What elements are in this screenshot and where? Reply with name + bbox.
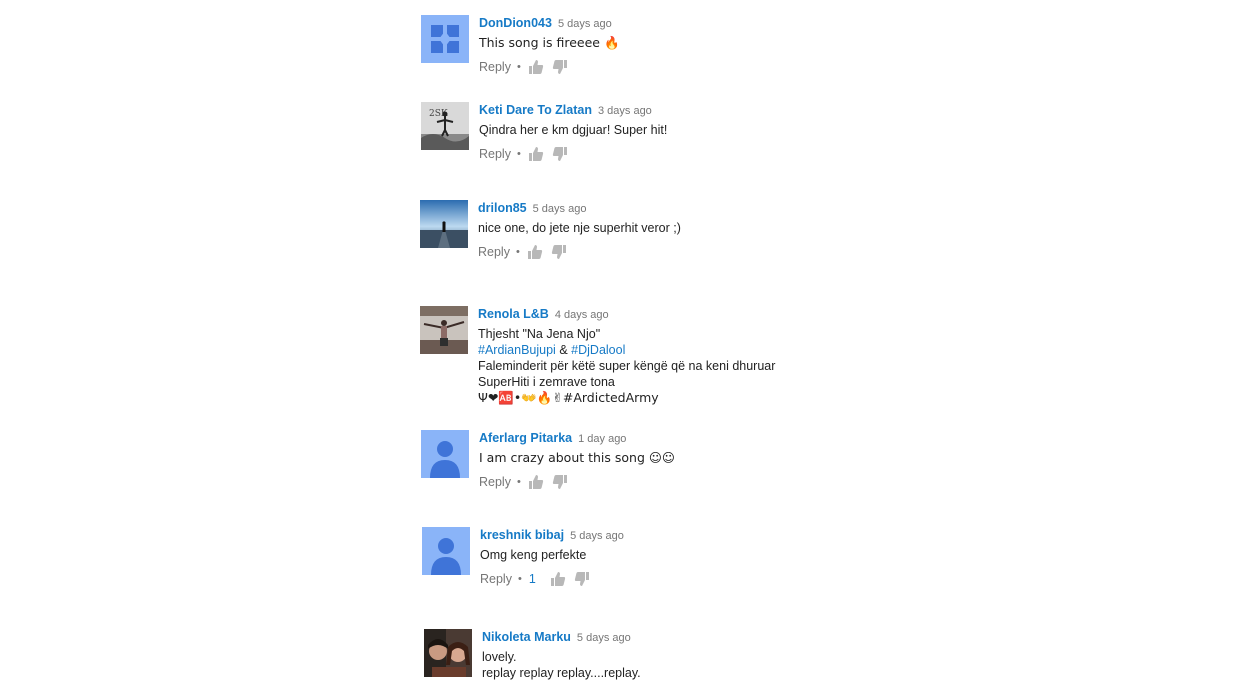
reply-button[interactable]: Reply: [479, 146, 511, 162]
comment-text-line: This song is fireeee 🔥: [479, 35, 620, 50]
comment-text-line: Ψ❤🆎•👐🔥✌#ArdictedArmy: [478, 390, 659, 405]
default-user-avatar-icon: [421, 430, 469, 478]
comment-author[interactable]: Keti Dare To Zlatan: [479, 103, 592, 117]
comment-item: kreshnik bibaj 5 days ago Omg keng perfek…: [422, 527, 922, 597]
comment-item: 2SK Keti Dare To Zlatan 3 days ago Qindra…: [421, 102, 921, 172]
comment-item: Renola L&B 4 days ago Thjesht "Na Jena Nj…: [420, 306, 920, 406]
comment-author[interactable]: kreshnik bibaj: [480, 528, 564, 542]
comment-timestamp[interactable]: 1 day ago: [578, 433, 626, 445]
comment-text: Qindra her e km dgjuar! Super hit!: [479, 122, 899, 138]
comment-item: Aferlarg Pitarka 1 day ago I am crazy abo…: [421, 430, 921, 500]
comment-timestamp[interactable]: 5 days ago: [533, 203, 587, 215]
comment-text-line: Faleminderit për këtë super këngë që na …: [478, 359, 776, 373]
reply-button[interactable]: Reply: [478, 244, 510, 260]
thumbs-up-icon[interactable]: [527, 244, 543, 260]
reply-button[interactable]: Reply: [480, 571, 512, 587]
comment-actions: Reply • 1: [480, 571, 900, 587]
separator-dot: •: [516, 61, 521, 73]
comment-item: drilon85 5 days ago nice one, do jete nje…: [420, 200, 920, 270]
comment-actions: Reply •: [479, 59, 899, 75]
comment-author[interactable]: Nikoleta Marku: [482, 630, 571, 644]
separator-dot: •: [517, 573, 522, 585]
comment-text: This song is fireeee 🔥: [479, 35, 899, 51]
blue-square-avatar-icon: [421, 15, 469, 63]
photo-avatar-icon: [424, 629, 472, 677]
comment-text-line: Qindra her e km dgjuar! Super hit!: [479, 123, 668, 137]
comment-text-line: I am crazy about this song ☺☺: [479, 450, 675, 465]
comment-author[interactable]: DonDion043: [479, 16, 552, 30]
thumbs-down-icon[interactable]: [552, 59, 568, 75]
comment-timestamp[interactable]: 5 days ago: [570, 530, 624, 542]
comment-author[interactable]: Renola L&B: [478, 307, 549, 321]
comment-text: nice one, do jete nje superhit veror ;): [478, 220, 898, 236]
ampersand: &: [559, 343, 568, 357]
comment-timestamp[interactable]: 5 days ago: [577, 632, 631, 644]
reply-button[interactable]: Reply: [479, 474, 511, 490]
thumbs-down-icon[interactable]: [552, 474, 568, 490]
hashtag-link[interactable]: #DjDalool: [571, 343, 625, 357]
like-count: 1: [528, 572, 536, 586]
reply-button[interactable]: Reply: [479, 59, 511, 75]
comment-timestamp[interactable]: 5 days ago: [558, 18, 612, 30]
comment-actions: Reply •: [479, 474, 899, 490]
comment-author[interactable]: Aferlarg Pitarka: [479, 431, 572, 445]
comment-text: Thjesht "Na Jena Njo" #ArdianBujupi & #D…: [478, 326, 898, 406]
comment-item: DonDion043 5 days ago This song is fireee…: [421, 15, 921, 85]
thumbs-up-icon[interactable]: [550, 571, 566, 587]
avatar[interactable]: [422, 527, 470, 575]
thumbs-up-icon[interactable]: [528, 59, 544, 75]
thumbs-down-icon[interactable]: [574, 571, 590, 587]
comment-actions: Reply •: [479, 146, 899, 162]
comment-timestamp[interactable]: 3 days ago: [598, 105, 652, 117]
photo-avatar-icon: [420, 200, 468, 248]
thumbs-up-icon[interactable]: [528, 146, 544, 162]
hashtag-link[interactable]: #ArdianBujupi: [478, 343, 556, 357]
default-user-avatar-icon: [422, 527, 470, 575]
avatar[interactable]: [421, 430, 469, 478]
thumbs-up-icon[interactable]: [528, 474, 544, 490]
thumbs-down-icon[interactable]: [552, 146, 568, 162]
comment-text: Omg keng perfekte: [480, 547, 900, 563]
comment-text-line: lovely.: [482, 650, 517, 664]
avatar[interactable]: 2SK: [421, 102, 469, 150]
separator-dot: •: [516, 476, 521, 488]
comment-text-line: #ArdianBujupi & #DjDalool: [478, 342, 898, 358]
avatar[interactable]: [420, 200, 468, 248]
comment-timestamp[interactable]: 4 days ago: [555, 309, 609, 321]
comment-text-line: nice one, do jete nje superhit veror ;): [478, 221, 681, 235]
avatar[interactable]: [420, 306, 468, 354]
thumbs-down-icon[interactable]: [551, 244, 567, 260]
comment-text-line: Omg keng perfekte: [480, 548, 587, 562]
photo-avatar-icon: [420, 306, 468, 354]
comment-text-line: replay replay replay....replay.: [482, 666, 641, 680]
separator-dot: •: [515, 246, 520, 258]
separator-dot: •: [516, 148, 521, 160]
comment-actions: Reply •: [478, 244, 898, 260]
photo-avatar-icon: 2SK: [421, 102, 469, 150]
comment-author[interactable]: drilon85: [478, 201, 527, 215]
comment-text-line: Thjesht "Na Jena Njo": [478, 327, 601, 341]
comment-text: I am crazy about this song ☺☺: [479, 450, 899, 466]
comment-item: Nikoleta Marku 5 days ago lovely. replay …: [424, 629, 924, 689]
comment-text: lovely. replay replay replay....replay.: [482, 649, 902, 681]
avatar[interactable]: [421, 15, 469, 63]
comment-text-line: SuperHiti i zemrave tona: [478, 375, 615, 389]
avatar[interactable]: [424, 629, 472, 677]
